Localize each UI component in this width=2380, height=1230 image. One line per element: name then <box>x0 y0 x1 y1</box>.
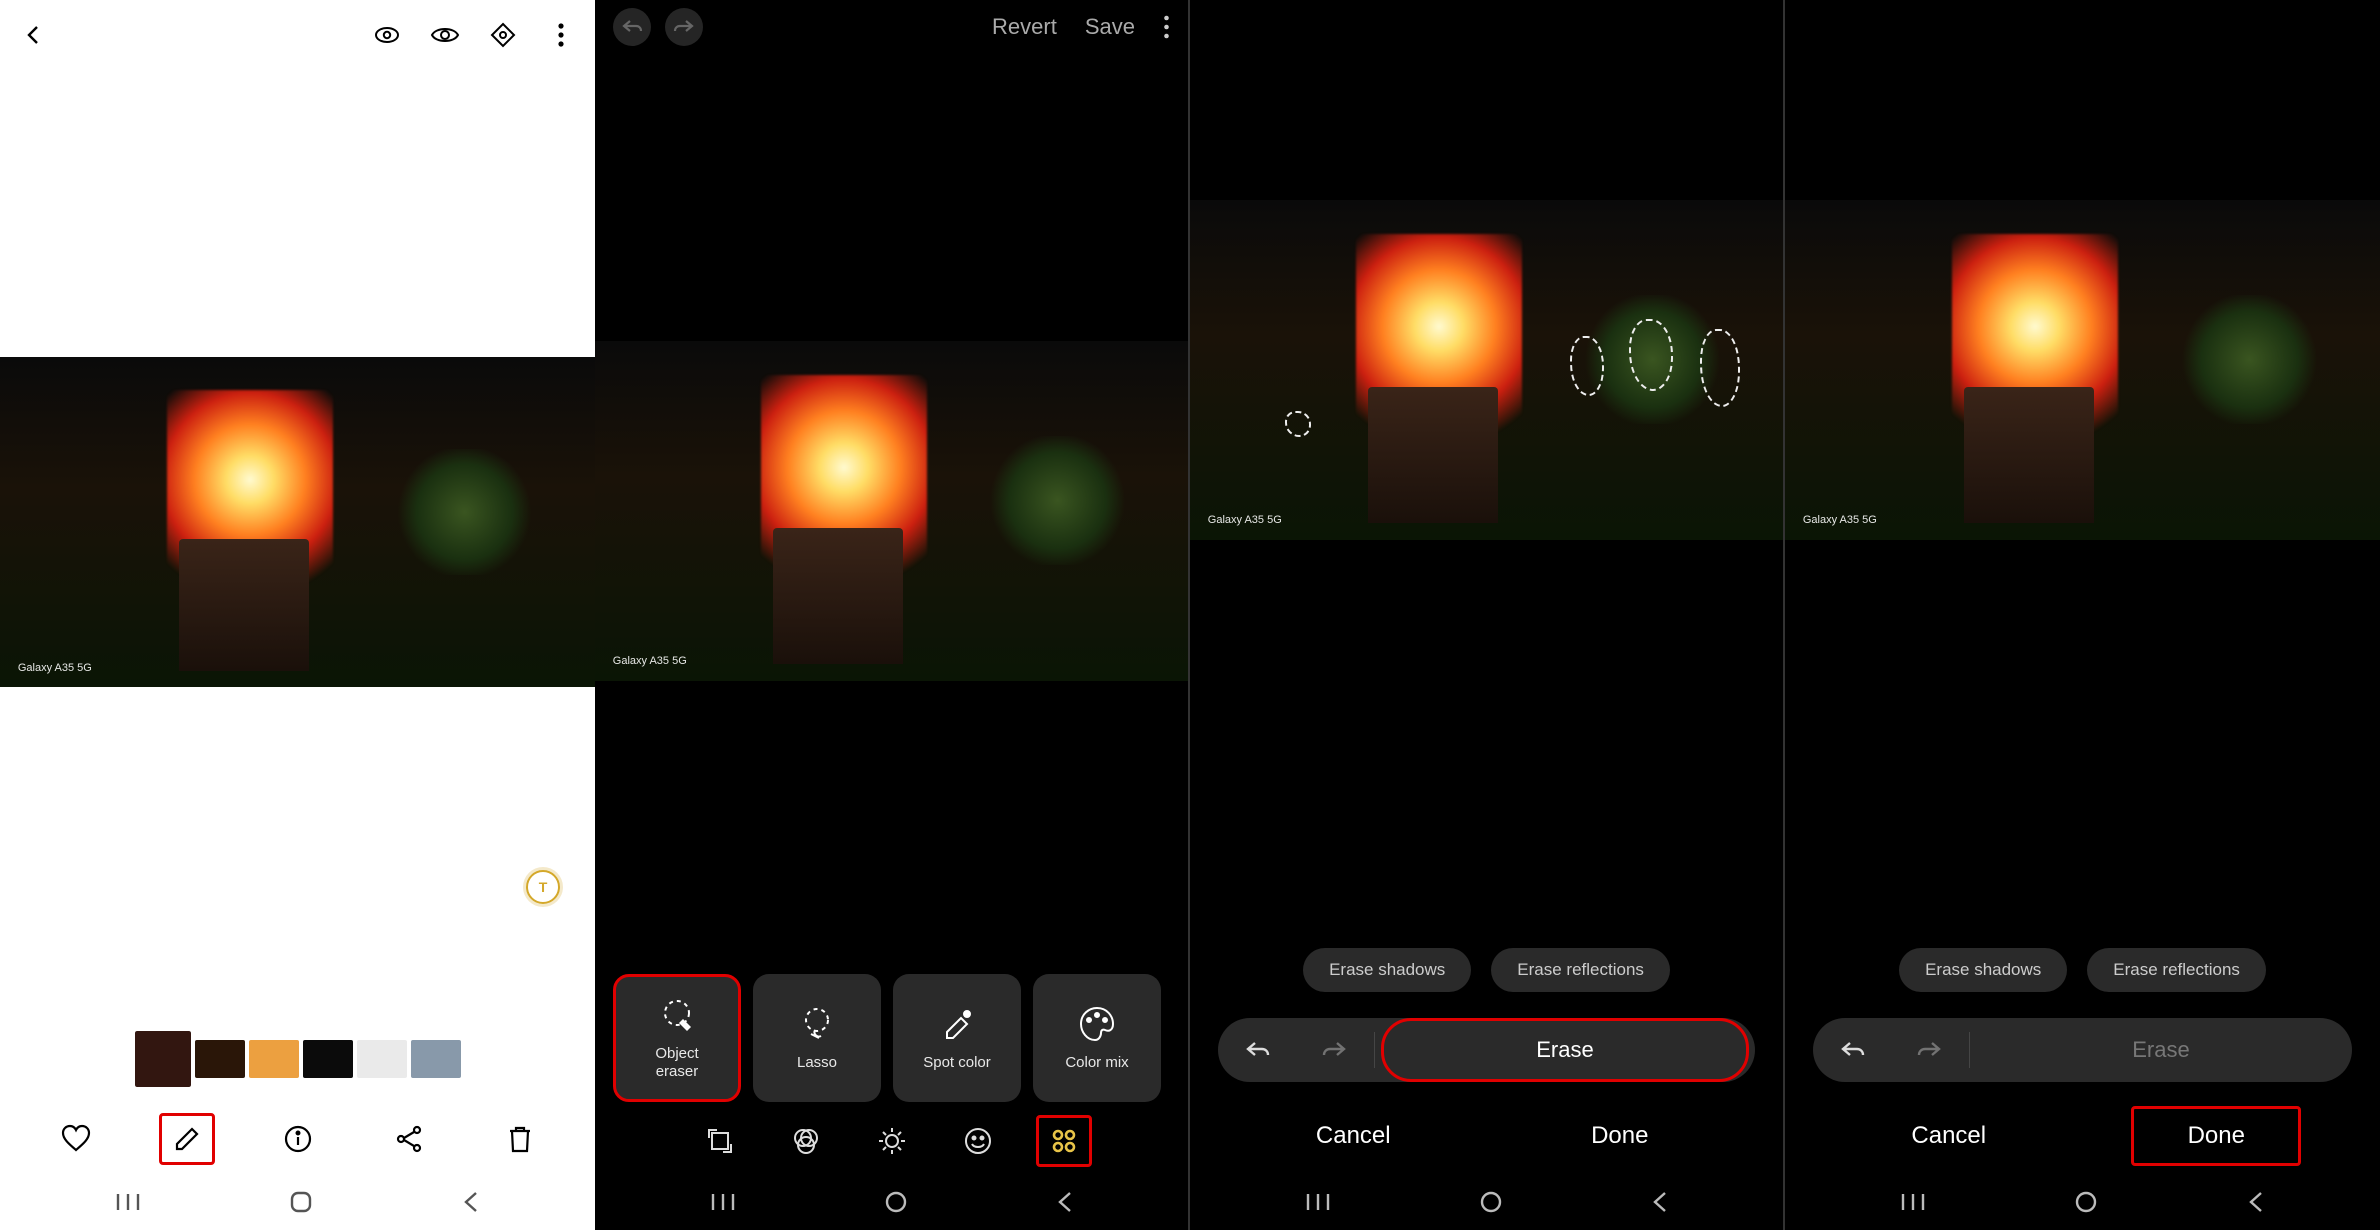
revert-button[interactable]: Revert <box>992 14 1057 40</box>
system-nav <box>1190 1174 1783 1230</box>
thumbnail[interactable] <box>303 1040 353 1078</box>
tool-lasso[interactable]: Lasso <box>753 974 881 1102</box>
remaster-badge[interactable]: T <box>526 870 560 904</box>
tab-adjust[interactable] <box>864 1115 920 1167</box>
tab-stickers[interactable] <box>950 1115 1006 1167</box>
thumbnail[interactable] <box>195 1040 245 1078</box>
save-button[interactable]: Save <box>1085 14 1135 40</box>
thumbnail[interactable] <box>249 1040 299 1078</box>
lasso-selection <box>1285 411 1311 437</box>
system-nav <box>595 1174 1188 1230</box>
erase-shadows-chip[interactable]: Erase shadows <box>1303 948 1471 992</box>
recents-nav-icon[interactable] <box>115 1192 141 1212</box>
done-button[interactable]: Done <box>1535 1106 1705 1166</box>
bixby-vision-icon[interactable] <box>371 19 403 51</box>
tab-transform[interactable] <box>692 1115 748 1167</box>
done-button[interactable]: Done <box>2131 1106 2301 1166</box>
watermark: Galaxy A35 5G <box>613 655 687 667</box>
tool-label: Spot color <box>923 1054 991 1072</box>
lasso-selection <box>1570 336 1604 396</box>
tool-label: Color mix <box>1065 1054 1128 1072</box>
photo-canvas[interactable]: Galaxy A35 5G <box>595 341 1188 681</box>
delete-button[interactable] <box>492 1113 548 1165</box>
info-button[interactable] <box>270 1113 326 1165</box>
watermark: Galaxy A35 5G <box>18 662 92 674</box>
undo-button[interactable] <box>1813 1018 1891 1082</box>
thumbnail-strip[interactable] <box>0 1014 595 1104</box>
tool-color-mix[interactable]: Color mix <box>1033 974 1161 1102</box>
tool-label: Object eraser <box>655 1045 698 1081</box>
watermark: Galaxy A35 5G <box>1208 514 1282 526</box>
thumbnail[interactable] <box>135 1031 191 1087</box>
undo-button[interactable] <box>1218 1018 1296 1082</box>
back-icon[interactable] <box>18 19 50 51</box>
back-nav-icon[interactable] <box>1056 1191 1074 1213</box>
recents-nav-icon[interactable] <box>1305 1192 1331 1212</box>
erase-button[interactable]: Erase <box>1381 1018 1749 1082</box>
cancel-button[interactable]: Cancel <box>1268 1106 1438 1166</box>
share-button[interactable] <box>381 1113 437 1165</box>
photo-canvas[interactable]: Galaxy A35 5G <box>1785 200 2380 540</box>
tab-filters[interactable] <box>778 1115 834 1167</box>
back-nav-icon[interactable] <box>462 1191 480 1213</box>
favorite-button[interactable] <box>48 1113 104 1165</box>
recents-nav-icon[interactable] <box>710 1192 736 1212</box>
tool-spot-color[interactable]: Spot color <box>893 974 1021 1102</box>
system-nav <box>0 1174 595 1230</box>
preview-eye-icon[interactable] <box>429 19 461 51</box>
tool-object-eraser[interactable]: Object eraser <box>613 974 741 1102</box>
redo-button[interactable] <box>1296 1018 1374 1082</box>
home-nav-icon[interactable] <box>1480 1191 1502 1213</box>
erase-reflections-chip[interactable]: Erase reflections <box>1491 948 1670 992</box>
recents-nav-icon[interactable] <box>1900 1192 1926 1212</box>
home-nav-icon[interactable] <box>290 1191 312 1213</box>
erase-reflections-chip[interactable]: Erase reflections <box>2087 948 2266 992</box>
more-options-icon[interactable] <box>545 19 577 51</box>
tab-more-tools[interactable] <box>1036 1115 1092 1167</box>
thumbnail[interactable] <box>357 1040 407 1078</box>
redo-button[interactable] <box>1891 1018 1969 1082</box>
tool-label: Lasso <box>797 1054 837 1072</box>
erase-shadows-chip[interactable]: Erase shadows <box>1899 948 2067 992</box>
more-options-icon[interactable] <box>1163 15 1170 39</box>
back-nav-icon[interactable] <box>2247 1191 2265 1213</box>
watermark: Galaxy A35 5G <box>1803 514 1877 526</box>
erase-button[interactable]: Erase <box>1970 1018 2352 1082</box>
home-nav-icon[interactable] <box>885 1191 907 1213</box>
photo-canvas[interactable]: Galaxy A35 5G <box>1190 200 1783 540</box>
undo-button[interactable] <box>613 8 651 46</box>
smart-view-icon[interactable] <box>487 19 519 51</box>
system-nav <box>1785 1174 2380 1230</box>
redo-button[interactable] <box>665 8 703 46</box>
home-nav-icon[interactable] <box>2075 1191 2097 1213</box>
cancel-button[interactable]: Cancel <box>1864 1106 2034 1166</box>
photo-preview[interactable]: Galaxy A35 5G <box>0 357 595 687</box>
back-nav-icon[interactable] <box>1651 1191 1669 1213</box>
thumbnail[interactable] <box>411 1040 461 1078</box>
edit-button[interactable] <box>159 1113 215 1165</box>
